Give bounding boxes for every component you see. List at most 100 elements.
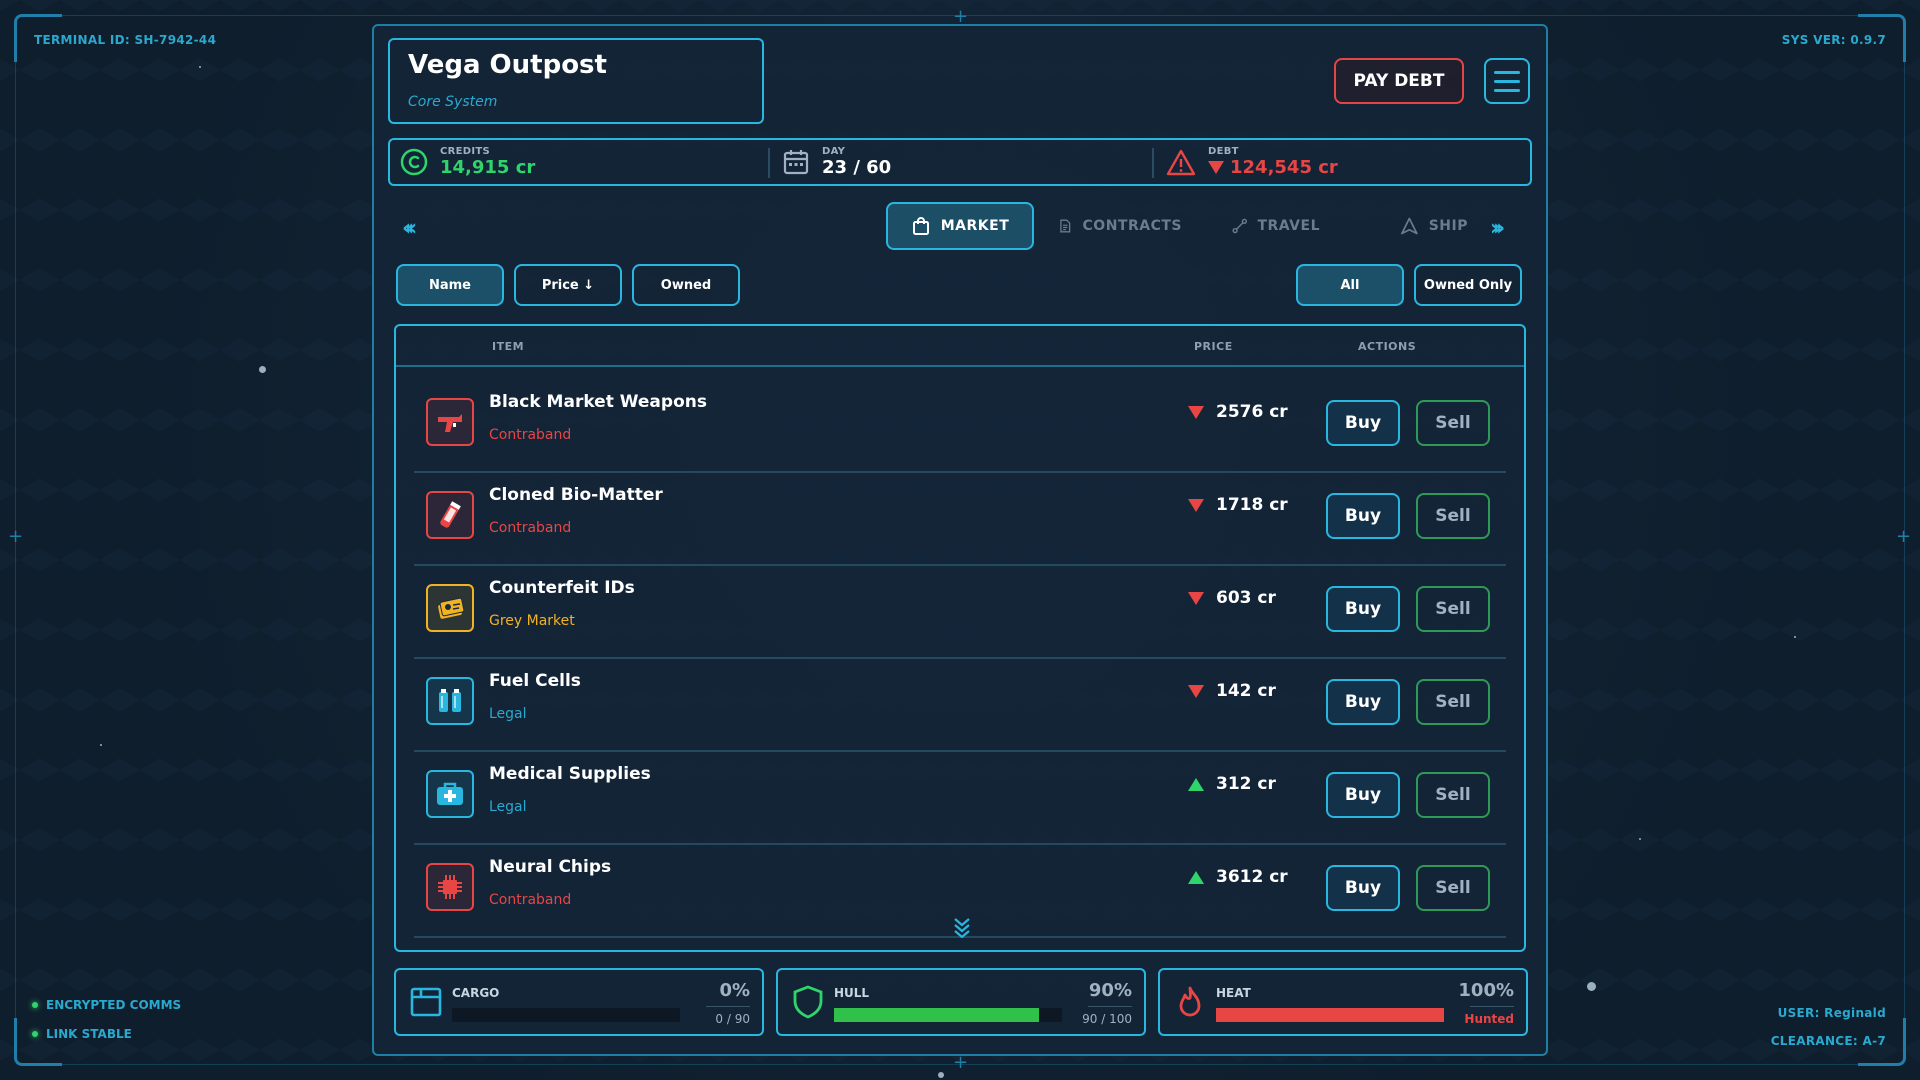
table-row: Black Market Weapons Contraband 2576 cr …	[414, 380, 1506, 473]
system-version: SYS VER: 0.9.7	[1781, 33, 1886, 47]
item-name: Counterfeit IDs	[489, 578, 635, 598]
item-price: 603 cr	[1188, 588, 1276, 608]
item-price: 2576 cr	[1188, 402, 1288, 422]
next-tab-icon[interactable]: ›››	[1490, 216, 1505, 241]
trend-down-icon	[1208, 161, 1224, 174]
sort-price-button[interactable]: Price ↓	[514, 264, 622, 306]
shopping-bag-icon	[912, 217, 929, 235]
blaster-icon	[426, 398, 474, 446]
trend-down-icon	[1188, 498, 1204, 512]
item-price: 312 cr	[1188, 774, 1276, 794]
hull-integrity: 90 / 100	[1082, 1012, 1132, 1026]
item-legality: Contraband	[489, 427, 572, 443]
document-icon	[1060, 219, 1071, 233]
star	[1639, 838, 1641, 840]
item-legality: Contraband	[489, 520, 572, 536]
credits-stat: CREDITS 14,915 cr	[400, 140, 535, 184]
buy-button[interactable]: Buy	[1326, 865, 1400, 911]
header-divider	[396, 365, 1524, 367]
station-system: Core System	[408, 94, 498, 110]
column-header-actions: ACTIONS	[1358, 340, 1417, 353]
item-legality: Legal	[489, 799, 527, 815]
item-name: Black Market Weapons	[489, 392, 707, 412]
cargo-crate-icon	[410, 987, 442, 1017]
gauge-divider	[1088, 1006, 1132, 1007]
stats-bar: CREDITS 14,915 cr DAY 23 / 60 DEBT 124,5…	[388, 138, 1532, 186]
pay-debt-button[interactable]: PAY DEBT	[1334, 58, 1464, 104]
calendar-icon	[783, 150, 809, 175]
debt-stat: DEBT 124,545 cr	[1166, 140, 1338, 184]
cargo-capacity: 0 / 90	[715, 1012, 750, 1026]
column-header-price: PRICE	[1194, 340, 1233, 353]
cargo-bar	[452, 1008, 680, 1022]
credits-value: 14,915 cr	[440, 157, 536, 178]
item-price: 142 cr	[1188, 681, 1276, 701]
heat-percent: 100%	[1458, 980, 1514, 1001]
hull-label: HULL	[834, 986, 870, 1000]
id-cards-icon	[426, 584, 474, 632]
hull-bar-fill	[834, 1008, 1040, 1022]
cargo-gauge: CARGO 0% 0 / 90	[394, 968, 764, 1036]
trend-down-icon	[1188, 405, 1204, 419]
heat-gauge: HEAT 100% Hunted	[1158, 968, 1528, 1036]
sell-button[interactable]: Sell	[1416, 400, 1490, 446]
crosshair-right: +	[1896, 526, 1912, 547]
sort-owned-button[interactable]: Owned	[632, 264, 740, 306]
sell-button[interactable]: Sell	[1416, 679, 1490, 725]
clearance-level: CLEARANCE: A-7	[1770, 1034, 1886, 1048]
filter-owned-only-button[interactable]: Owned Only	[1414, 264, 1522, 306]
user-name: USER: Reginald	[1777, 1006, 1886, 1020]
sell-button[interactable]: Sell	[1416, 493, 1490, 539]
sell-button[interactable]: Sell	[1416, 586, 1490, 632]
flame-icon	[1179, 986, 1201, 1017]
status-encrypted-comms: ENCRYPTED COMMS	[32, 998, 181, 1012]
tab-ship[interactable]: SHIP	[1400, 202, 1468, 250]
filter-all-button[interactable]: All	[1296, 264, 1404, 306]
stat-divider	[768, 148, 770, 178]
sort-name-button[interactable]: Name	[396, 264, 504, 306]
buy-button[interactable]: Buy	[1326, 586, 1400, 632]
sell-button[interactable]: Sell	[1416, 772, 1490, 818]
buy-button[interactable]: Buy	[1326, 400, 1400, 446]
item-legality: Legal	[489, 706, 527, 722]
day-label: DAY	[822, 146, 846, 157]
chip-icon	[426, 863, 474, 911]
hull-bar	[834, 1008, 1062, 1022]
ship-icon	[1401, 217, 1418, 235]
terminal-id: TERMINAL ID: SH-7942-44	[34, 33, 217, 47]
hamburger-menu-icon[interactable]	[1484, 58, 1530, 104]
tab-travel[interactable]: TRAVEL	[1232, 202, 1320, 250]
day-value: 23 / 60	[822, 157, 892, 178]
item-name: Fuel Cells	[489, 671, 581, 691]
fuel-cells-icon	[426, 677, 474, 725]
item-legality: Grey Market	[489, 613, 575, 629]
gauge-divider	[706, 1006, 750, 1007]
sell-button[interactable]: Sell	[1416, 865, 1490, 911]
star	[938, 1072, 944, 1078]
gauge-divider	[1470, 1006, 1514, 1007]
prev-tab-icon[interactable]: ‹‹‹	[402, 216, 417, 241]
heat-bar	[1216, 1008, 1444, 1022]
buy-button[interactable]: Buy	[1326, 772, 1400, 818]
trend-down-icon	[1188, 684, 1204, 698]
buy-button[interactable]: Buy	[1326, 493, 1400, 539]
status-dot-icon	[32, 1031, 38, 1037]
star	[1794, 636, 1796, 638]
heat-bar-fill	[1216, 1008, 1444, 1022]
tab-market[interactable]: MARKET	[886, 202, 1034, 250]
star	[100, 744, 102, 746]
buy-button[interactable]: Buy	[1326, 679, 1400, 725]
scroll-down-icon[interactable]	[952, 916, 972, 939]
trend-down-icon	[1188, 591, 1204, 605]
day-stat: DAY 23 / 60	[782, 140, 891, 184]
medkit-icon	[426, 770, 474, 818]
table-row: Counterfeit IDs Grey Market 603 cr Buy S…	[414, 566, 1506, 659]
shield-icon	[793, 985, 823, 1019]
item-legality: Contraband	[489, 892, 572, 908]
trend-up-icon	[1188, 777, 1204, 791]
station-name: Vega Outpost	[408, 50, 607, 80]
vial-icon	[426, 491, 474, 539]
trend-up-icon	[1188, 870, 1204, 884]
hull-percent: 90%	[1088, 980, 1132, 1001]
tab-contracts[interactable]: CONTRACTS	[1058, 202, 1182, 250]
